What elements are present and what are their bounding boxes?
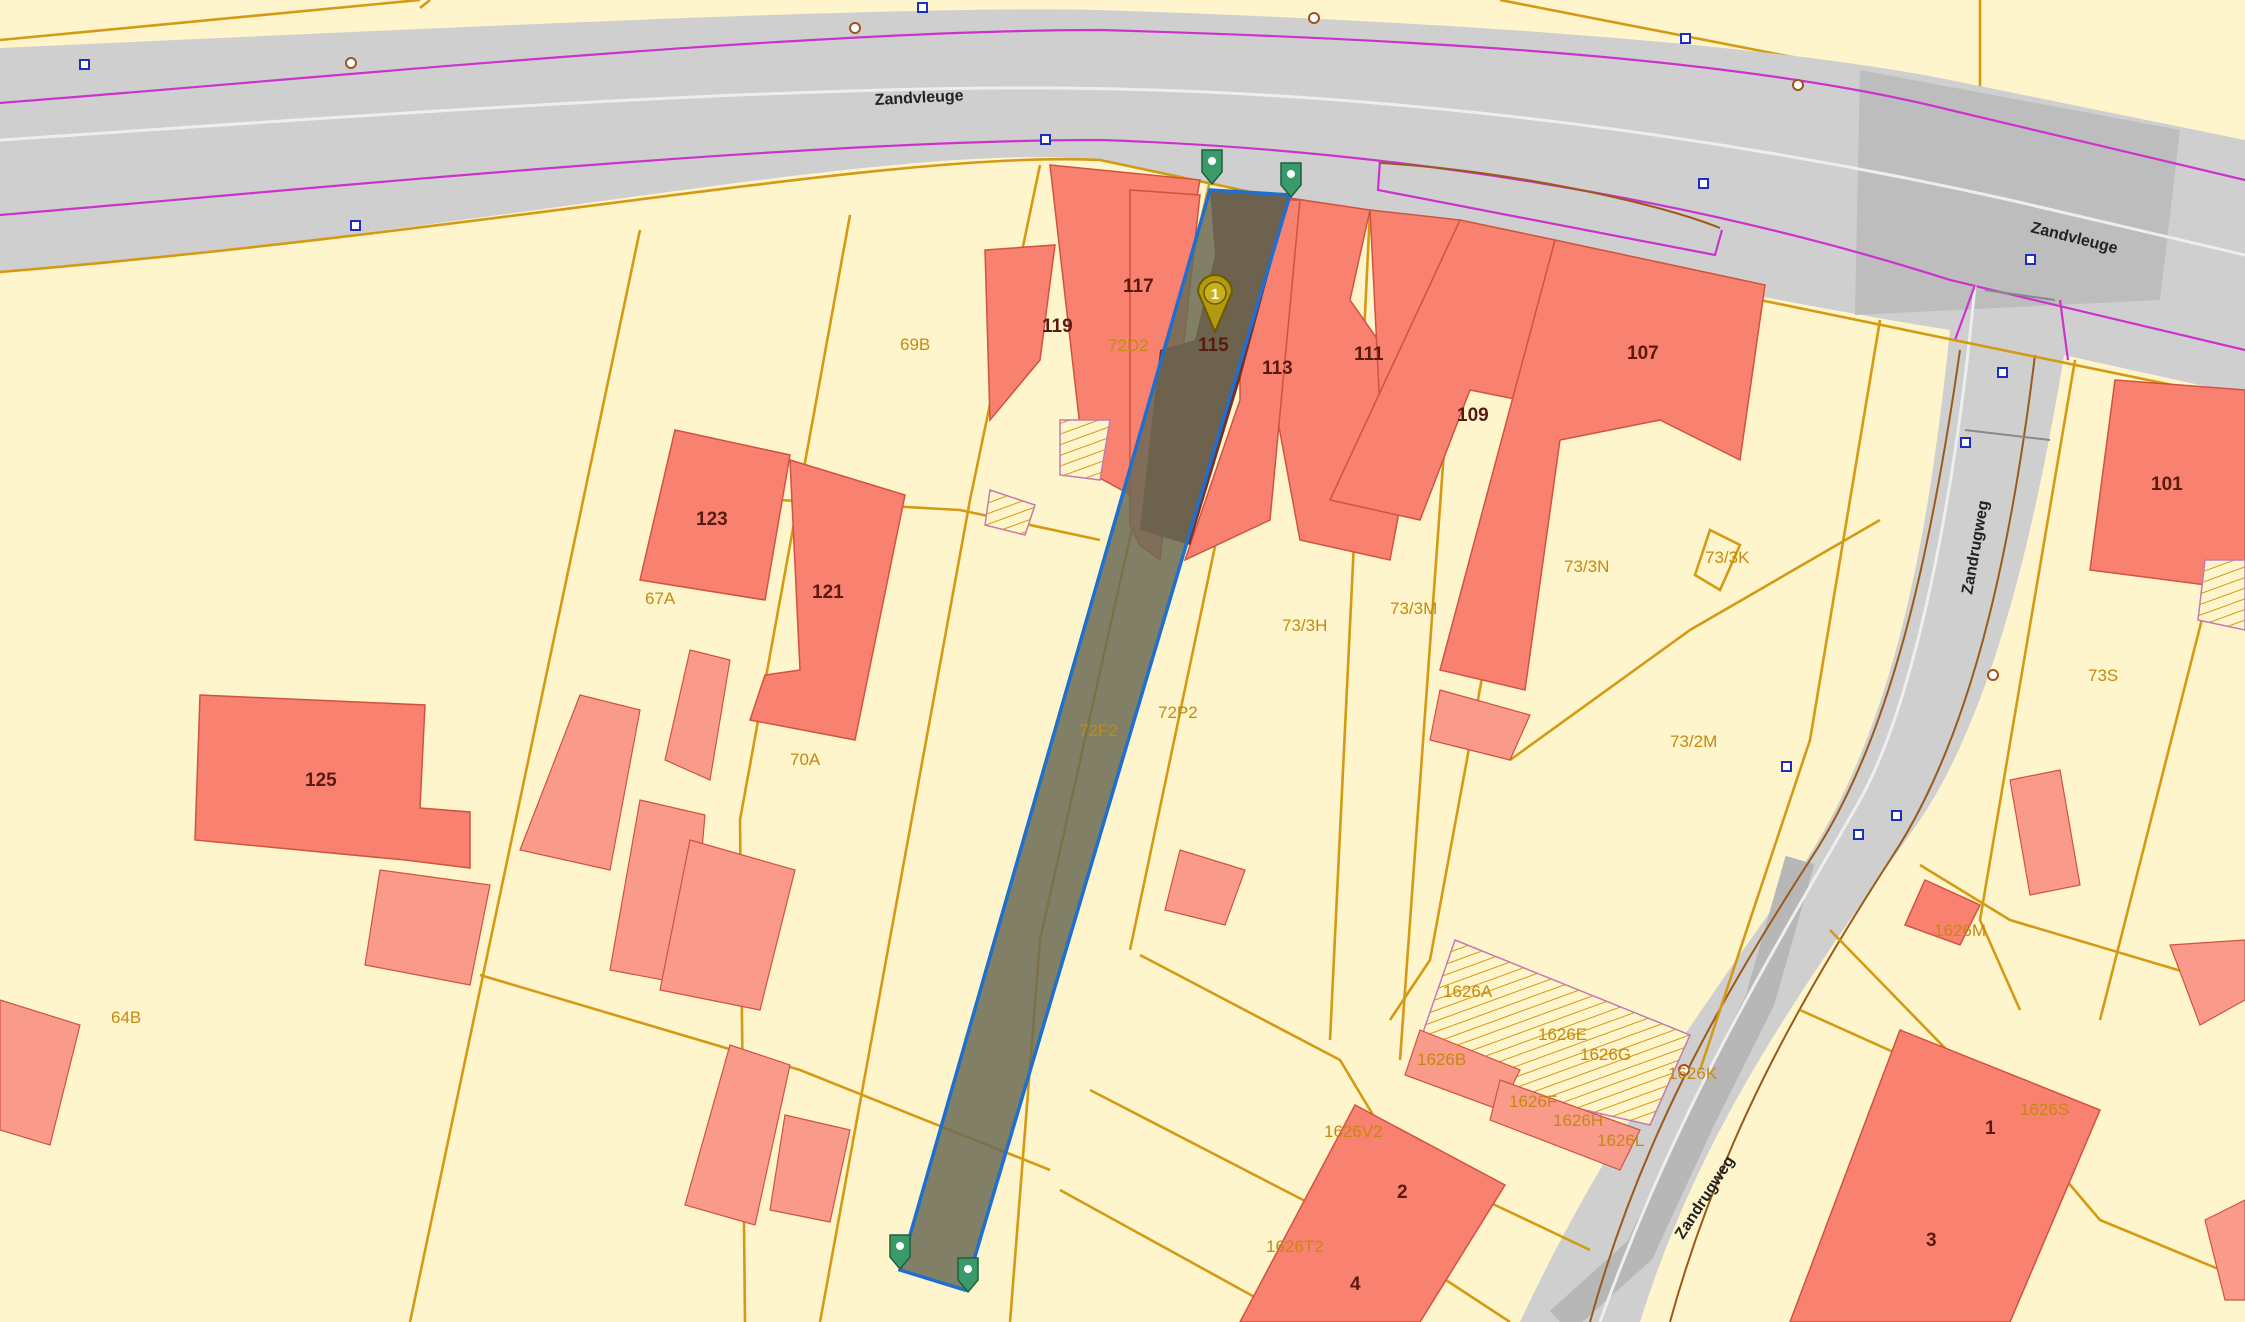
house-number: 115: [1198, 335, 1229, 356]
parcel-label: 72P2: [1158, 703, 1198, 722]
parcel-label: 69B: [900, 335, 930, 354]
house-number: 4: [1350, 1274, 1361, 1295]
parcel-label: 1626G: [1580, 1045, 1631, 1064]
parcel-label: 73/3M: [1390, 599, 1437, 618]
house-number: 121: [812, 582, 844, 603]
house-number: 107: [1627, 343, 1659, 364]
house-number: 119: [1042, 316, 1073, 337]
parcel-label: 72D2: [1108, 336, 1149, 355]
parcel-label: 1626M: [1934, 921, 1986, 940]
marker-number: 1: [1211, 286, 1219, 303]
parcel-label: 1626T2: [1266, 1237, 1324, 1256]
parcel-label: 73/3K: [1705, 548, 1750, 567]
parcel-label: 1626F: [1509, 1092, 1557, 1111]
parcel-label: 1626E: [1538, 1025, 1587, 1044]
parcel-label: 72F2: [1079, 721, 1118, 740]
parcel-label: 1626S: [2020, 1100, 2069, 1119]
house-number: 101: [2151, 474, 2183, 495]
house-number: 123: [696, 509, 728, 530]
cadastral-map[interactable]: Zandvleuge Zandvleuge Zandrugweg Zandrug…: [0, 0, 2245, 1322]
parcel-label: 1626V2: [1324, 1122, 1383, 1141]
parcel-label: 73/3N: [1564, 557, 1609, 576]
house-number: 109: [1457, 405, 1489, 426]
parcel-label: 1626L: [1597, 1131, 1644, 1150]
house-number: 1: [1985, 1118, 1996, 1139]
parcel-label: 67A: [645, 589, 676, 608]
parcel-label: 1626H: [1553, 1111, 1603, 1130]
house-number: 125: [305, 770, 337, 791]
house-number: 3: [1926, 1230, 1937, 1251]
parcel-label: 1626B: [1417, 1050, 1466, 1069]
parcel-label: 1626K: [1668, 1064, 1718, 1083]
parcel-label: 1626A: [1443, 982, 1493, 1001]
house-number: 113: [1262, 358, 1293, 379]
parcel-label: 73/2M: [1670, 732, 1717, 751]
parcel-label: 70A: [790, 750, 821, 769]
parcel-label: 73/3H: [1282, 616, 1327, 635]
house-number: 111: [1354, 344, 1384, 365]
house-number: 2: [1397, 1182, 1408, 1203]
parcel-label: 64B: [111, 1008, 141, 1027]
house-number: 117: [1123, 276, 1154, 297]
parcel-label: 73S: [2088, 666, 2118, 685]
